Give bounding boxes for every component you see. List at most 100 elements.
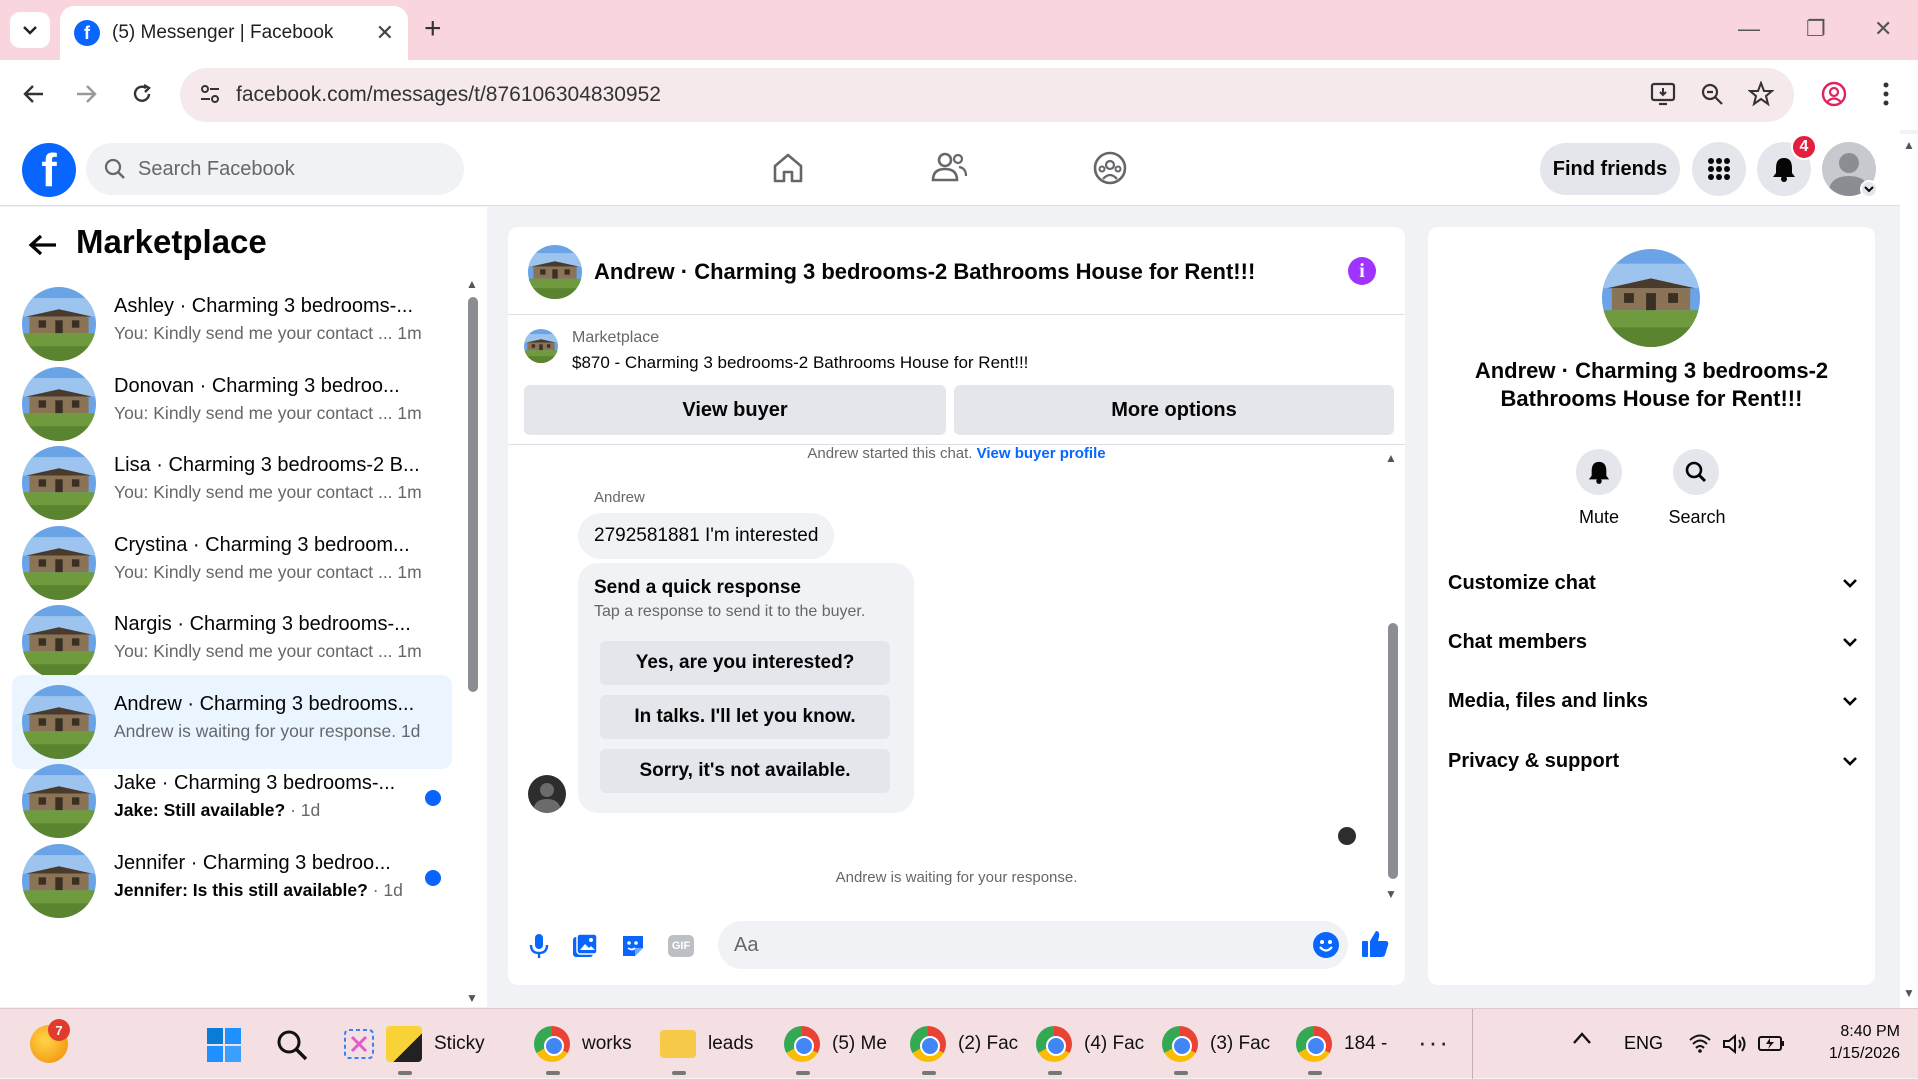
- mute-button[interactable]: [1576, 449, 1622, 495]
- photo-icon[interactable]: [572, 933, 598, 959]
- conversation-time: 1m: [397, 641, 422, 661]
- search-chat-button[interactable]: [1673, 449, 1719, 495]
- reload-icon[interactable]: [126, 78, 158, 110]
- volume-icon[interactable]: [1722, 1033, 1748, 1055]
- taskbar-app-5[interactable]: (4) Fac: [1036, 1009, 1144, 1079]
- quick-reply-not-available-button[interactable]: Sorry, it's not available.: [600, 749, 890, 793]
- wifi-icon[interactable]: [1688, 1033, 1712, 1053]
- view-buyer-profile-link[interactable]: View buyer profile: [977, 445, 1106, 462]
- chrome-icon: [910, 1026, 946, 1062]
- facebook-logo[interactable]: f: [22, 143, 76, 197]
- info-title: Andrew · Charming 3 bedrooms-2 Bathrooms…: [1474, 358, 1829, 411]
- message-input[interactable]: Aa: [718, 921, 1348, 969]
- taskbar-app-1[interactable]: works: [534, 1009, 632, 1079]
- back-icon[interactable]: [18, 78, 50, 110]
- minimize-button[interactable]: —: [1738, 14, 1760, 44]
- chevron-down-icon: [1843, 638, 1857, 647]
- search-facebook-input[interactable]: Search Facebook: [86, 143, 464, 195]
- bookmark-star-icon[interactable]: [1748, 81, 1774, 107]
- taskbar-app-label: works: [582, 1033, 632, 1054]
- browser-tab-strip: f (5) Messenger | Facebook ✕ + — ❐ ✕: [0, 0, 1918, 60]
- chat-scrollbar[interactable]: [1388, 623, 1398, 879]
- site-settings-icon[interactable]: [198, 82, 222, 106]
- browser-menu-icon[interactable]: [1870, 78, 1902, 110]
- scroll-up-icon[interactable]: ▲: [466, 277, 478, 291]
- new-tab-button[interactable]: +: [424, 14, 442, 44]
- info-avatar[interactable]: [1602, 249, 1700, 347]
- conversation-preview: Jennifer: Is this still available? · 1d: [114, 879, 403, 900]
- taskbar-app-0[interactable]: Sticky: [386, 1009, 485, 1079]
- message-bubble[interactable]: 2792581881 I'm interested: [578, 513, 835, 559]
- system-clock[interactable]: 8:40 PM 1/15/2026: [1800, 1021, 1900, 1065]
- address-bar[interactable]: facebook.com/messages/t/876106304830952: [180, 68, 1794, 122]
- account-chevron-icon[interactable]: [1860, 180, 1878, 198]
- close-window-button[interactable]: ✕: [1874, 14, 1892, 44]
- taskbar-app-label: (3) Fac: [1210, 1033, 1271, 1054]
- find-friends-button[interactable]: Find friends: [1540, 143, 1680, 195]
- customize-chat-section[interactable]: Customize chat: [1448, 563, 1858, 603]
- conversation-name: Ashley · Charming 3 bedrooms-...: [114, 295, 414, 317]
- chat-scroll-up-icon[interactable]: ▲: [1385, 451, 1397, 465]
- view-buyer-button[interactable]: View buyer: [524, 385, 946, 435]
- taskbar-app-2[interactable]: leads: [660, 1009, 753, 1079]
- install-app-icon[interactable]: [1650, 81, 1678, 107]
- profile-icon[interactable]: [1818, 78, 1850, 110]
- sender-avatar[interactable]: [528, 775, 566, 813]
- browser-tab-active[interactable]: f (5) Messenger | Facebook ✕: [60, 6, 408, 60]
- forward-icon[interactable]: [70, 78, 102, 110]
- show-hidden-icons-icon[interactable]: [1572, 1031, 1592, 1045]
- info-icon[interactable]: i: [1348, 257, 1376, 285]
- more-options-button[interactable]: More options: [954, 385, 1394, 435]
- snipping-tool-icon[interactable]: [342, 1027, 376, 1061]
- privacy-support-section[interactable]: Privacy & support: [1448, 741, 1858, 781]
- conversation-preview-text: Jennifer: Is this still available?: [114, 879, 368, 900]
- like-thumbs-up-icon[interactable]: [1360, 929, 1390, 959]
- emoji-icon[interactable]: [1312, 931, 1340, 959]
- back-arrow-icon[interactable]: [28, 233, 58, 257]
- friends-nav-icon[interactable]: [930, 150, 968, 186]
- language-indicator[interactable]: ENG: [1624, 1033, 1663, 1054]
- more-apps-icon[interactable]: ···: [1418, 1027, 1450, 1058]
- sticker-icon[interactable]: [620, 933, 646, 959]
- page-scrollbar[interactable]: ▲ ▼: [1900, 134, 1918, 1008]
- restore-button[interactable]: ❐: [1806, 14, 1826, 44]
- conversation-avatar: [22, 525, 96, 600]
- chat-avatar[interactable]: [528, 245, 582, 299]
- conversation-item[interactable]: Jennifer · Charming 3 bedroo... Jennifer:…: [12, 834, 452, 928]
- quick-response-card: Send a quick response Tap a response to …: [578, 563, 914, 813]
- chrome-icon: [534, 1026, 570, 1062]
- grid-icon: [1708, 158, 1730, 180]
- bell-icon: [1588, 461, 1610, 484]
- microphone-icon[interactable]: [528, 933, 550, 959]
- taskbar-app-6[interactable]: (3) Fac: [1162, 1009, 1270, 1079]
- running-indicator: [1048, 1071, 1062, 1075]
- tab-search-button[interactable]: [10, 12, 50, 48]
- scroll-down-icon[interactable]: ▼: [466, 991, 478, 1005]
- unread-dot: [425, 869, 441, 886]
- close-tab-icon[interactable]: ✕: [376, 20, 394, 46]
- quick-reply-yes-button[interactable]: Yes, are you interested?: [600, 641, 890, 685]
- listing-thumbnail[interactable]: [524, 329, 558, 363]
- sender-name: Andrew: [594, 489, 645, 506]
- chat-panel: Andrew · Charming 3 bedrooms-2 Bathrooms…: [508, 227, 1405, 985]
- taskbar-search-icon[interactable]: [276, 1029, 308, 1061]
- taskbar-app-3[interactable]: (5) Me: [784, 1009, 887, 1079]
- battery-icon[interactable]: [1758, 1033, 1786, 1053]
- chat-members-section[interactable]: Chat members: [1448, 622, 1858, 662]
- menu-grid-button[interactable]: [1692, 142, 1746, 196]
- windows-start-icon[interactable]: [206, 1027, 242, 1063]
- gif-icon[interactable]: GIF: [668, 935, 694, 957]
- home-nav-icon[interactable]: [770, 150, 806, 186]
- conversation-preview: Jake: Still available? · 1d: [114, 800, 321, 820]
- groups-nav-icon[interactable]: [1092, 150, 1128, 186]
- chat-title[interactable]: Andrew · Charming 3 bedrooms-2 Bathrooms…: [594, 259, 1255, 285]
- taskbar-app-4[interactable]: (2) Fac: [910, 1009, 1018, 1079]
- listing-text[interactable]: $870 - Charming 3 bedrooms-2 Bathrooms H…: [572, 353, 1028, 373]
- conversation-scrollbar[interactable]: [468, 297, 478, 692]
- taskbar-app-7[interactable]: 184 -: [1296, 1009, 1387, 1079]
- media-files-links-section[interactable]: Media, files and links: [1448, 681, 1858, 721]
- taskbar-app-label: (4) Fac: [1084, 1033, 1145, 1054]
- chat-scroll-down-icon[interactable]: ▼: [1385, 887, 1397, 901]
- zoom-icon[interactable]: [1700, 82, 1724, 106]
- quick-reply-in-talks-button[interactable]: In talks. I'll let you know.: [600, 695, 890, 739]
